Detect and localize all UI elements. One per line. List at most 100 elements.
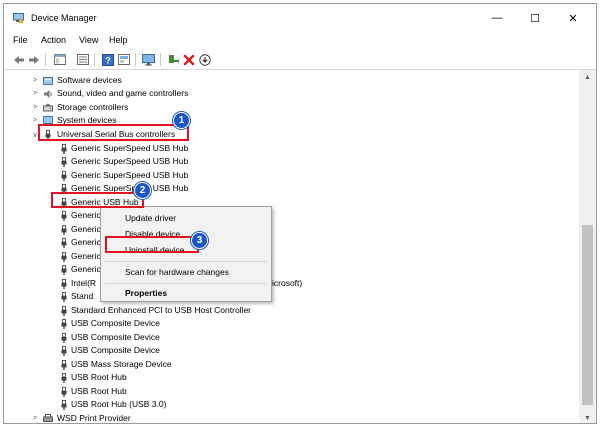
- device-manager-icon: [13, 13, 24, 23]
- tree-item-label: USB Mass Storage Device: [71, 359, 172, 369]
- tree-item-label: USB Root Hub: [71, 372, 127, 382]
- tree-item-label: Software devices: [57, 75, 122, 85]
- svg-text:?: ?: [105, 55, 111, 65]
- tree-usb-device[interactable]: USB Root Hub (USB 3.0): [4, 398, 404, 411]
- forward-button[interactable]: [27, 53, 40, 66]
- usb-plug-icon: [61, 345, 67, 356]
- tree-usb-device[interactable]: USB Composite Device: [4, 331, 404, 344]
- minimize-button[interactable]: —: [478, 4, 516, 32]
- tree-usb-device[interactable]: USB Composite Device: [4, 317, 404, 330]
- tree-item-label: USB Composite Device: [71, 345, 160, 355]
- back-button[interactable]: [12, 53, 25, 66]
- tree-item-label-tail: icrosoft): [272, 278, 303, 288]
- toolbar-separator: [135, 53, 136, 66]
- update-driver-icon: [117, 54, 130, 65]
- tree-item-label: Generic: [71, 264, 101, 274]
- tree-usb-device[interactable]: Generic SuperSpeed USB Hub: [4, 169, 404, 182]
- menu-update-driver[interactable]: Update driver: [125, 213, 176, 224]
- usb-plug-icon: [61, 359, 67, 370]
- tree-usb-device[interactable]: USB Composite Device: [4, 344, 404, 357]
- tree-usb-device[interactable]: Generic SuperSpeed USB Hub: [4, 155, 404, 168]
- menu-action[interactable]: Action: [41, 35, 66, 46]
- close-icon: ✕: [568, 12, 578, 25]
- scrollbar-thumb[interactable]: [582, 225, 593, 405]
- usb-plug-icon: [61, 372, 67, 383]
- menu-scan-hardware[interactable]: Scan for hardware changes: [125, 267, 229, 278]
- monitor-icon: [142, 53, 155, 65]
- device-list-icon: [76, 54, 89, 65]
- device-list-button[interactable]: [76, 53, 89, 66]
- usb-plug-icon: [61, 399, 67, 410]
- tree-item-label: Generic: [71, 237, 101, 247]
- expand-chevron-icon[interactable]: >: [31, 104, 39, 111]
- printer-icon: [43, 413, 53, 422]
- usb-plug-icon: [61, 305, 67, 316]
- minimize-icon: —: [491, 12, 503, 24]
- tree-item-label: Generic SuperSpeed USB Hub: [71, 170, 189, 180]
- title-bar[interactable]: Device Manager — ☐ ✕: [4, 4, 596, 32]
- window-title: Device Manager: [31, 13, 97, 23]
- tree-item-label: Generic: [71, 251, 101, 261]
- uninstall-x-icon: [183, 54, 194, 65]
- usb-plug-icon: [61, 291, 67, 302]
- usb-plug-icon: [61, 143, 67, 154]
- menu-bar: File Action View Help: [4, 32, 596, 50]
- tree-item-label: Generic: [71, 224, 101, 234]
- help-button[interactable]: ?: [101, 53, 114, 66]
- menu-view[interactable]: View: [79, 35, 98, 46]
- tree-item-label: USB Root Hub (USB 3.0): [71, 399, 167, 409]
- add-driver-icon: [168, 54, 179, 64]
- download-icon: [198, 53, 211, 66]
- menu-separator: [105, 283, 267, 284]
- usb-plug-icon: [61, 156, 67, 167]
- speaker-icon: [44, 89, 52, 98]
- tree-item-label: USB Composite Device: [71, 318, 160, 328]
- usb-plug-icon: [61, 332, 67, 343]
- software-icon: [43, 76, 53, 85]
- expand-chevron-icon[interactable]: >: [31, 90, 39, 97]
- usb-plug-icon: [61, 210, 67, 221]
- tree-category-software-devices[interactable]: > Software devices: [4, 74, 404, 87]
- tree-usb-device[interactable]: USB Root Hub: [4, 371, 404, 384]
- vertical-scrollbar[interactable]: ▲ ▼: [579, 70, 596, 423]
- menu-help[interactable]: Help: [109, 35, 128, 46]
- tree-usb-device[interactable]: USB Root Hub: [4, 385, 404, 398]
- scroll-up-arrow-icon[interactable]: ▲: [579, 70, 596, 84]
- forward-arrow-icon: [28, 55, 39, 64]
- show-hide-console-button[interactable]: [53, 53, 66, 66]
- back-arrow-icon: [13, 55, 24, 64]
- tree-category-wsd[interactable]: > WSD Print Provider: [4, 412, 404, 423]
- expand-chevron-icon[interactable]: >: [31, 77, 39, 84]
- uninstall-button[interactable]: [182, 53, 195, 66]
- maximize-button[interactable]: ☐: [516, 4, 554, 32]
- tree-item-label: Generic: [71, 210, 101, 220]
- tree-item-label: Sound, video and game controllers: [57, 88, 189, 98]
- usb-plug-icon: [61, 386, 67, 397]
- scan-hardware-button[interactable]: [142, 53, 155, 66]
- device-manager-window: Device Manager — ☐ ✕ File Action View He…: [3, 3, 597, 424]
- tree-category-sound[interactable]: > Sound, video and game controllers: [4, 87, 404, 100]
- menu-file[interactable]: File: [13, 35, 28, 46]
- expand-chevron-icon[interactable]: >: [31, 117, 39, 124]
- scroll-down-arrow-icon[interactable]: ▼: [579, 411, 596, 423]
- download-button[interactable]: [198, 53, 211, 66]
- maximize-icon: ☐: [530, 12, 540, 25]
- usb-plug-icon: [61, 318, 67, 329]
- menu-properties[interactable]: Properties: [125, 288, 167, 299]
- tree-category-storage[interactable]: > Storage controllers: [4, 101, 404, 114]
- close-button[interactable]: ✕: [554, 4, 592, 32]
- tree-usb-device[interactable]: Standard Enhanced PCI to USB Host Contro…: [4, 304, 404, 317]
- usb-plug-icon: [61, 251, 67, 262]
- usb-plug-icon: [61, 278, 67, 289]
- step-badge-2: 2: [134, 182, 151, 199]
- tree-usb-device[interactable]: Generic SuperSpeed USB Hub: [4, 142, 404, 155]
- tree-usb-device[interactable]: USB Mass Storage Device: [4, 358, 404, 371]
- tree-item-label: Generic SuperSpeed USB Hub: [71, 143, 189, 153]
- properties-icon: [53, 54, 66, 65]
- tree-item-label: Storage controllers: [57, 102, 129, 112]
- step-badge-1: 1: [173, 112, 190, 129]
- add-driver-button[interactable]: [166, 53, 179, 66]
- expand-chevron-icon[interactable]: >: [31, 415, 39, 422]
- tree-item-label: WSD Print Provider: [57, 413, 131, 423]
- update-driver-button[interactable]: [117, 53, 130, 66]
